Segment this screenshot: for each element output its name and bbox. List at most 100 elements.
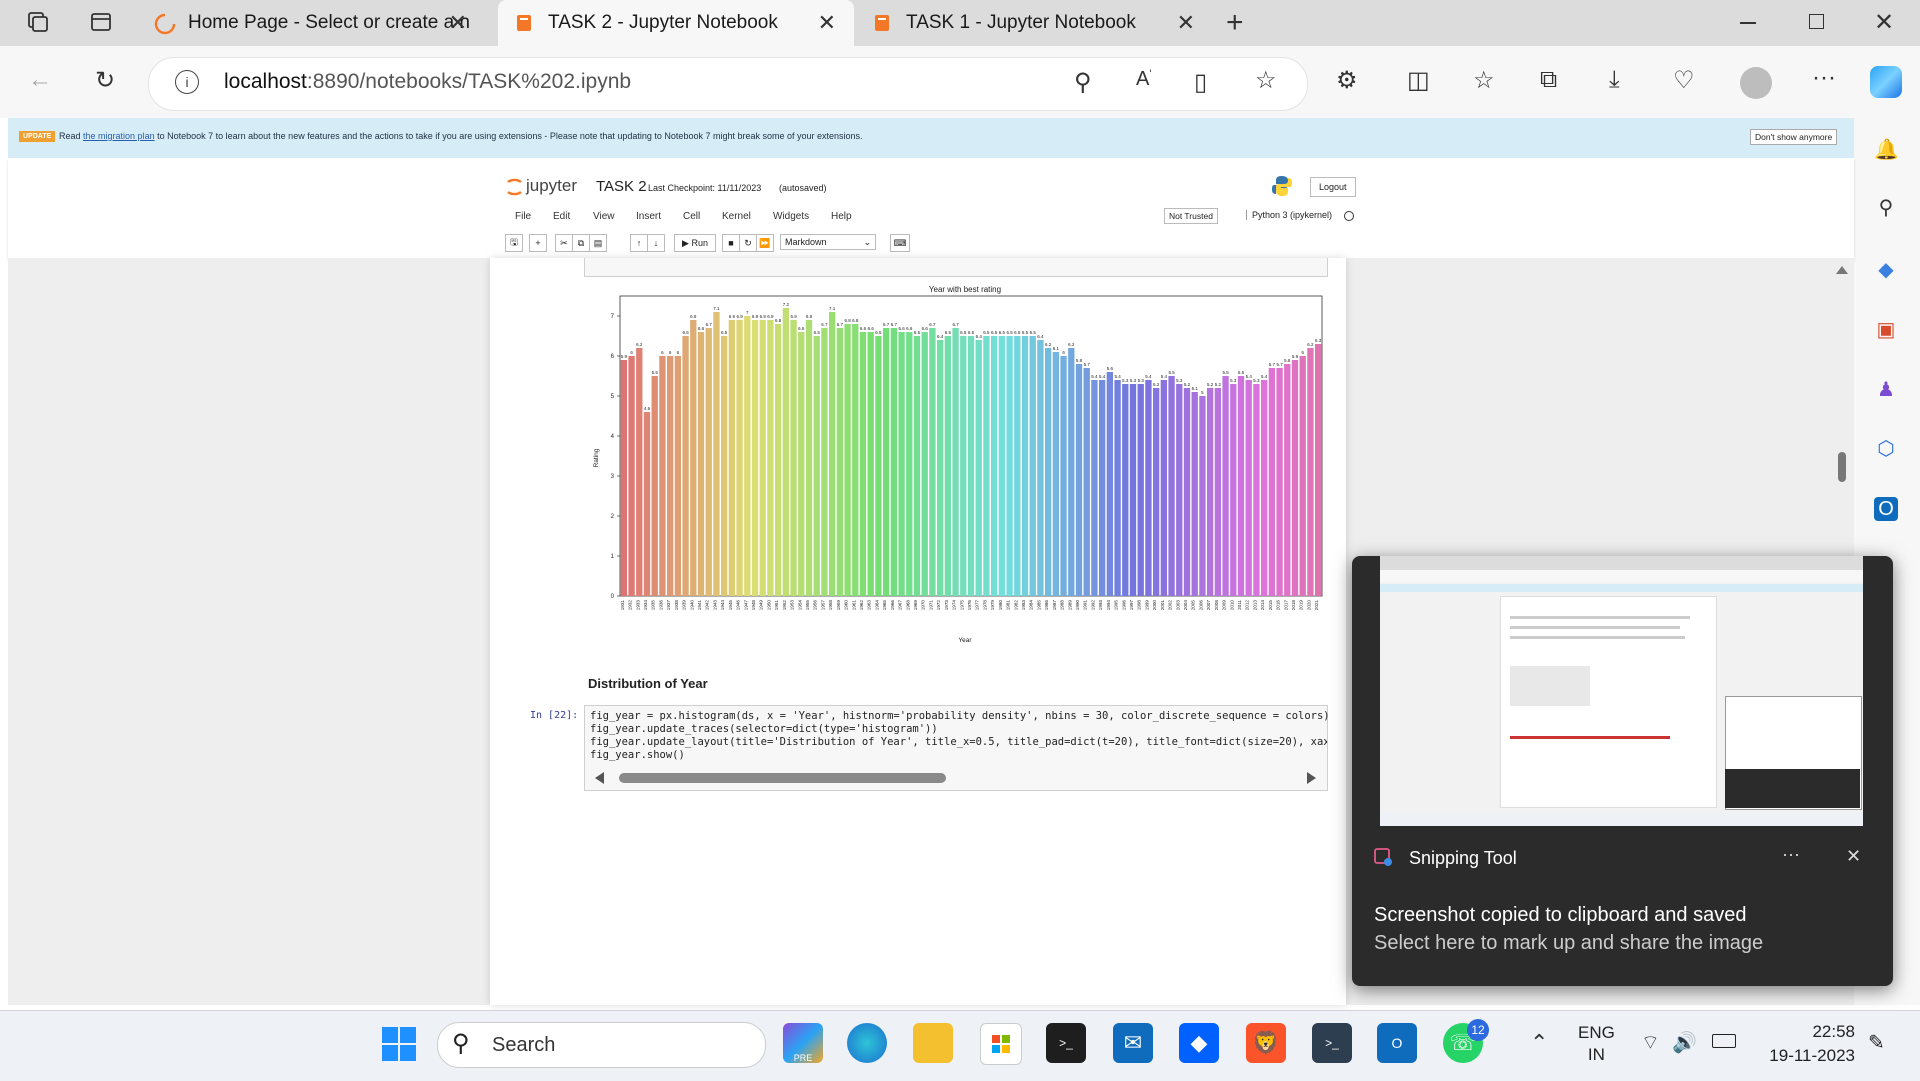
page-scroll-up-icon[interactable] <box>1836 266 1848 274</box>
language-indicator[interactable]: ENG IN <box>1578 1022 1615 1066</box>
scroll-right-icon[interactable] <box>1307 772 1316 784</box>
clock[interactable]: 22:58 19-11-2023 <box>1755 1020 1855 1068</box>
notification-close-icon[interactable]: ✕ <box>1846 846 1861 867</box>
info-icon[interactable]: i <box>175 70 199 94</box>
menu-view[interactable]: View <box>593 211 615 222</box>
search-icon[interactable]: ⚲ <box>1874 196 1898 220</box>
close-icon[interactable]: ✕ <box>1177 10 1195 36</box>
close-icon[interactable]: ✕ <box>449 10 467 36</box>
games-icon[interactable]: ♟ <box>1874 378 1898 402</box>
read-aloud-icon[interactable]: Aʹ <box>1136 68 1151 91</box>
cell-type-select[interactable]: Markdown ⌄ <box>780 234 876 250</box>
edge-icon[interactable] <box>847 1023 887 1063</box>
jupyter-logo-text[interactable]: jupyter <box>526 176 577 196</box>
menu-help[interactable]: Help <box>831 211 852 222</box>
mail-icon[interactable]: ✉ <box>1113 1023 1153 1063</box>
start-icon[interactable] <box>381 1026 417 1062</box>
store-icon[interactable] <box>980 1023 1022 1065</box>
x-tick-label: 1992 <box>1090 600 1095 611</box>
menu-widgets[interactable]: Widgets <box>773 211 809 222</box>
menu-edit[interactable]: Edit <box>553 211 570 222</box>
favorite-star-icon[interactable]: ☆ <box>1255 66 1277 95</box>
restore-icon[interactable] <box>1809 14 1824 29</box>
menu-cell[interactable]: Cell <box>683 211 700 222</box>
dont-show-button[interactable]: Don't show anymore <box>1750 129 1838 145</box>
move-up-button[interactable]: ↑ <box>630 234 648 252</box>
split-screen-icon[interactable]: ◫ <box>1407 66 1430 95</box>
run-button[interactable]: ▶ Run <box>674 234 716 252</box>
window-close-icon[interactable]: ✕ <box>1874 8 1894 37</box>
code-scrollbar[interactable] <box>593 770 1318 786</box>
collections-icon[interactable]: ⧉ <box>1540 66 1557 94</box>
tab-task1[interactable]: TASK 1 - Jupyter Notebook ✕ <box>858 0 1213 46</box>
brave-icon[interactable]: 🦁 <box>1246 1023 1286 1063</box>
x-tick-label: 1984 <box>1029 600 1034 611</box>
browser-essentials-icon[interactable]: ♡ <box>1673 66 1695 95</box>
favorites-icon[interactable]: ☆ <box>1473 66 1495 95</box>
kernel-name[interactable]: Python 3 (ipykernel) <box>1246 210 1332 220</box>
migration-link[interactable]: the migration plan <box>83 131 155 141</box>
menu-kernel[interactable]: Kernel <box>722 211 751 222</box>
chart-bar <box>867 332 874 596</box>
immersive-reader-icon[interactable]: ▯ <box>1194 68 1207 97</box>
bar-data-label: 5.2 <box>1184 382 1191 387</box>
tab-task2[interactable]: TASK 2 - Jupyter Notebook ✕ <box>498 0 854 46</box>
scroll-thumb[interactable] <box>619 773 946 783</box>
powershell-icon[interactable]: >_ <box>1312 1023 1352 1063</box>
dropbox-icon[interactable]: ◆ <box>1179 1023 1219 1063</box>
terminal-icon[interactable]: >_ <box>1046 1023 1086 1063</box>
minimize-icon[interactable] <box>1740 22 1756 24</box>
shopping-icon[interactable]: ◆ <box>1874 258 1898 282</box>
tray-overflow-icon[interactable]: ⌃ <box>1530 1030 1548 1056</box>
bell-icon[interactable]: 🔔 <box>1874 138 1899 162</box>
tools-icon[interactable]: ▣ <box>1874 318 1898 342</box>
close-icon[interactable]: ✕ <box>818 10 836 36</box>
new-tab-icon[interactable]: + <box>1226 6 1244 40</box>
downloads-icon[interactable]: ⤓ <box>1609 66 1620 94</box>
refresh-icon[interactable]: ↻ <box>95 66 115 95</box>
tab-home-page[interactable]: Home Page - Select or create a n ✕ <box>140 0 485 46</box>
save-button[interactable]: 🖫 <box>505 234 523 252</box>
copilot-pre-icon[interactable]: PRE <box>783 1023 823 1063</box>
screenshot-thumbnail[interactable] <box>1380 556 1863 826</box>
back-icon[interactable]: ← <box>28 66 52 94</box>
copy-button[interactable]: ⧉ <box>572 234 590 252</box>
command-palette-button[interactable]: ⌨ <box>890 234 910 252</box>
move-down-button[interactable]: ↓ <box>647 234 665 252</box>
profile-avatar[interactable] <box>1740 67 1772 99</box>
outlook-icon[interactable]: O <box>1874 497 1898 521</box>
restart-button[interactable]: ↻ <box>739 234 757 252</box>
jupyter-logo-icon[interactable] <box>505 176 523 198</box>
more-icon[interactable]: ··· <box>1812 64 1836 92</box>
scroll-left-icon[interactable] <box>595 772 604 784</box>
chart-bar <box>890 328 898 596</box>
notification-center-icon[interactable]: ✎ <box>1868 1030 1885 1055</box>
taskbar-search[interactable]: ⚲ Search <box>437 1022 766 1068</box>
workspaces-icon[interactable] <box>26 10 50 34</box>
tab-actions-icon[interactable] <box>90 11 112 33</box>
interrupt-button[interactable]: ■ <box>722 234 740 252</box>
battery-icon[interactable] <box>1712 1034 1736 1048</box>
bar-data-label: 7 <box>746 310 749 315</box>
notebook-title[interactable]: TASK 2 <box>596 178 647 195</box>
url-text[interactable]: localhost:8890/notebooks/TASK%202.ipynb <box>224 70 631 94</box>
not-trusted-badge[interactable]: Not Trusted <box>1164 208 1218 224</box>
copilot-icon[interactable] <box>1870 66 1902 98</box>
insert-cell-button[interactable]: + <box>529 234 547 252</box>
extensions-icon[interactable]: ⚙ <box>1336 66 1358 95</box>
logout-button[interactable]: Logout <box>1310 177 1356 197</box>
outlook-new-icon[interactable]: O <box>1377 1023 1417 1063</box>
menu-file[interactable]: File <box>515 211 531 222</box>
page-scroll-thumb[interactable] <box>1838 452 1846 482</box>
microsoft365-icon[interactable]: ⬡ <box>1874 437 1898 461</box>
menu-insert[interactable]: Insert <box>636 211 661 222</box>
wifi-icon[interactable]: ⌔ <box>1641 1030 1660 1055</box>
restart-run-all-button[interactable]: ⏩ <box>756 234 774 252</box>
volume-icon[interactable]: 🔊 <box>1672 1030 1697 1055</box>
paste-button[interactable]: ▤ <box>589 234 607 252</box>
file-explorer-icon[interactable] <box>913 1023 953 1063</box>
zoom-icon[interactable]: ⚲ <box>1074 68 1092 97</box>
notification-more-icon[interactable]: ··· <box>1782 844 1800 865</box>
snipping-notification[interactable]: Snipping Tool ··· ✕ Screenshot copied to… <box>1352 556 1893 986</box>
cut-button[interactable]: ✂ <box>555 234 573 252</box>
